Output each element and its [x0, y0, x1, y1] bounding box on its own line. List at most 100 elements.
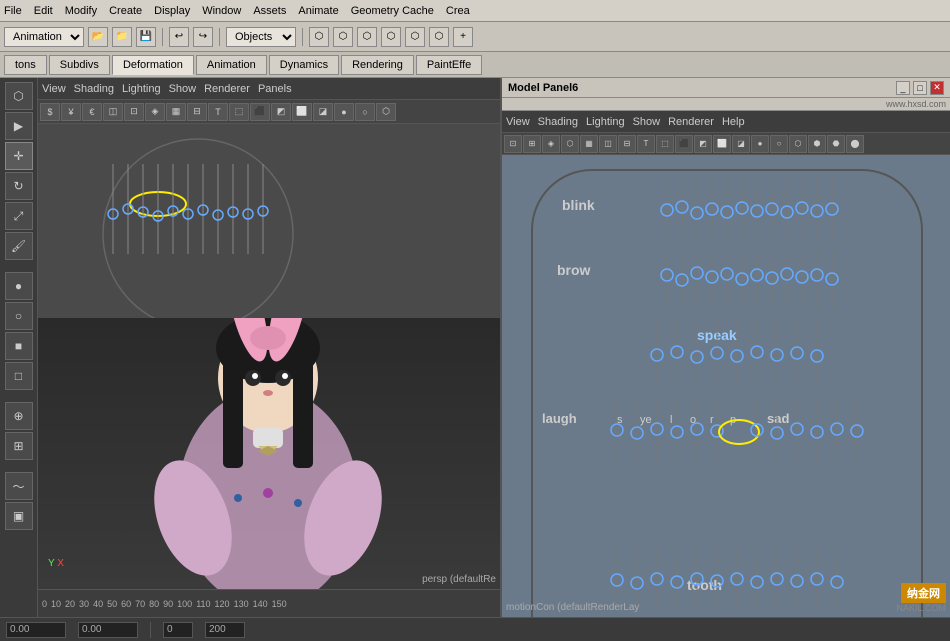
menu-modify[interactable]: Modify	[65, 5, 97, 17]
toolbar-icon-9[interactable]: ⬡	[381, 27, 401, 47]
menu-window[interactable]: Window	[202, 5, 241, 17]
sidebar-sphere-icon[interactable]: ●	[5, 272, 33, 300]
vp-tb-14[interactable]: ◪	[313, 103, 333, 121]
sidebar-curve-icon[interactable]: 〜	[5, 472, 33, 500]
toolbar-icon-8[interactable]: ⬡	[357, 27, 377, 47]
animation-dropdown[interactable]: Animation	[4, 27, 84, 47]
tab-tons[interactable]: tons	[4, 55, 47, 75]
vp-tb-11[interactable]: ⬛	[250, 103, 270, 121]
sidebar-cube2-icon[interactable]: □	[5, 362, 33, 390]
vp-tb-15[interactable]: ●	[334, 103, 354, 121]
vp-tb-17[interactable]: ⬡	[376, 103, 396, 121]
rp-tb-13[interactable]: ◪	[732, 135, 750, 153]
vp-tb-16[interactable]: ○	[355, 103, 375, 121]
vp-menu-shading[interactable]: Shading	[74, 83, 114, 95]
rp-tb-1[interactable]: ⊡	[504, 135, 522, 153]
rp-menu-show[interactable]: Show	[633, 116, 661, 128]
toolbar-icon-1[interactable]: 📂	[88, 27, 108, 47]
rp-menu-lighting[interactable]: Lighting	[586, 116, 625, 128]
rp-tb-14[interactable]: ●	[751, 135, 769, 153]
sidebar-arrow-icon[interactable]: ▶	[5, 112, 33, 140]
vp-tb-9[interactable]: T	[208, 103, 228, 121]
rp-tb-8[interactable]: T	[637, 135, 655, 153]
panel-minimize-btn[interactable]: _	[896, 81, 910, 95]
rp-tb-2[interactable]: ⊞	[523, 135, 541, 153]
rp-tb-18[interactable]: ⬣	[827, 135, 845, 153]
sidebar-select-icon[interactable]: ⬡	[5, 82, 33, 110]
vp-tb-7[interactable]: ▦	[166, 103, 186, 121]
sidebar-cube-icon[interactable]: ■	[5, 332, 33, 360]
sidebar-grid-icon[interactable]: ⊞	[5, 432, 33, 460]
rp-tb-6[interactable]: ◫	[599, 135, 617, 153]
rp-tb-19[interactable]: ⬤	[846, 135, 864, 153]
rp-tb-5[interactable]: ▦	[580, 135, 598, 153]
sidebar-snap-icon[interactable]: ⊕	[5, 402, 33, 430]
rp-tb-15[interactable]: ○	[770, 135, 788, 153]
toolbar-icon-6[interactable]: ⬡	[309, 27, 329, 47]
vp-tb-5[interactable]: ⊡	[124, 103, 144, 121]
rp-tb-16[interactable]: ⬡	[789, 135, 807, 153]
sidebar-sphere2-icon[interactable]: ○	[5, 302, 33, 330]
rp-menu-renderer[interactable]: Renderer	[668, 116, 714, 128]
tab-subdivs[interactable]: Subdivs	[49, 55, 110, 75]
vp-menu-lighting[interactable]: Lighting	[122, 83, 161, 95]
menu-display[interactable]: Display	[154, 5, 190, 17]
menu-crea[interactable]: Crea	[446, 5, 470, 17]
menu-assets[interactable]: Assets	[253, 5, 286, 17]
vp-tb-10[interactable]: ⬚	[229, 103, 249, 121]
toolbar-icon-5[interactable]: ↪	[193, 27, 213, 47]
sidebar-paint-icon[interactable]: 🖌	[5, 232, 33, 260]
vp-tb-3[interactable]: €	[82, 103, 102, 121]
menu-edit[interactable]: Edit	[34, 5, 53, 17]
vp-tb-2[interactable]: ¥	[61, 103, 81, 121]
rp-menu-help[interactable]: Help	[722, 116, 745, 128]
toolbar-icon-7[interactable]: ⬡	[333, 27, 353, 47]
status-field-4[interactable]: 200	[205, 622, 245, 638]
status-field-3[interactable]: 0	[163, 622, 193, 638]
status-field-2[interactable]: 0.00	[78, 622, 138, 638]
rp-tb-11[interactable]: ◩	[694, 135, 712, 153]
panel-close-btn[interactable]: ✕	[930, 81, 944, 95]
sidebar-scale-icon[interactable]: ⤢	[5, 202, 33, 230]
toolbar-icon-12[interactable]: +	[453, 27, 473, 47]
toolbar-icon-3[interactable]: 💾	[136, 27, 156, 47]
vp-tb-4[interactable]: ◫	[103, 103, 123, 121]
tab-animation[interactable]: Animation	[196, 55, 267, 75]
tab-deformation[interactable]: Deformation	[112, 55, 194, 75]
rp-tb-3[interactable]: ◈	[542, 135, 560, 153]
menu-create[interactable]: Create	[109, 5, 142, 17]
rp-tb-4[interactable]: ⬡	[561, 135, 579, 153]
tab-rendering[interactable]: Rendering	[341, 55, 414, 75]
sidebar-move-icon[interactable]: ✛	[5, 142, 33, 170]
toolbar-icon-10[interactable]: ⬡	[405, 27, 425, 47]
sidebar-render-icon[interactable]: ▣	[5, 502, 33, 530]
menu-geometry-cache[interactable]: Geometry Cache	[351, 5, 434, 17]
toolbar-icon-2[interactable]: 📁	[112, 27, 132, 47]
vp-tb-6[interactable]: ◈	[145, 103, 165, 121]
rp-menu-shading[interactable]: Shading	[538, 116, 578, 128]
vp-tb-8[interactable]: ⊟	[187, 103, 207, 121]
toolbar-icon-4[interactable]: ↩	[169, 27, 189, 47]
vp-tb-12[interactable]: ◩	[271, 103, 291, 121]
menu-file[interactable]: File	[4, 5, 22, 17]
tab-painteffects[interactable]: PaintEffe	[416, 55, 482, 75]
rp-tb-17[interactable]: ⬢	[808, 135, 826, 153]
sidebar-rotate-icon[interactable]: ↻	[5, 172, 33, 200]
vp-tb-1[interactable]: $	[40, 103, 60, 121]
vp-tb-13[interactable]: ⬜	[292, 103, 312, 121]
rp-tb-9[interactable]: ⬚	[656, 135, 674, 153]
rp-menu-view[interactable]: View	[506, 116, 530, 128]
rp-tb-10[interactable]: ⬛	[675, 135, 693, 153]
rp-tb-12[interactable]: ⬜	[713, 135, 731, 153]
viewport-canvas[interactable]: tooth ooth	[38, 124, 500, 617]
status-field-1[interactable]: 0.00	[6, 622, 66, 638]
objects-dropdown[interactable]: Objects	[226, 27, 296, 47]
vp-menu-view[interactable]: View	[42, 83, 66, 95]
rp-tb-7[interactable]: ⊟	[618, 135, 636, 153]
vp-menu-panels[interactable]: Panels	[258, 83, 292, 95]
toolbar-icon-11[interactable]: ⬡	[429, 27, 449, 47]
vp-menu-show[interactable]: Show	[169, 83, 197, 95]
tab-dynamics[interactable]: Dynamics	[269, 55, 339, 75]
vp-menu-renderer[interactable]: Renderer	[204, 83, 250, 95]
menu-animate[interactable]: Animate	[298, 5, 338, 17]
